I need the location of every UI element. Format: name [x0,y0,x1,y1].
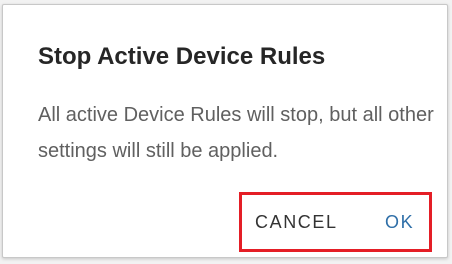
stop-rules-dialog: Stop Active Device Rules All active Devi… [2,4,448,258]
cancel-button[interactable]: CANCEL [255,195,338,249]
dialog-title: Stop Active Device Rules [38,43,326,70]
ok-button[interactable]: OK [385,195,414,249]
dialog-actions-highlight: CANCEL OK [239,192,432,252]
dialog-message: All active Device Rules will stop, but a… [38,104,434,162]
